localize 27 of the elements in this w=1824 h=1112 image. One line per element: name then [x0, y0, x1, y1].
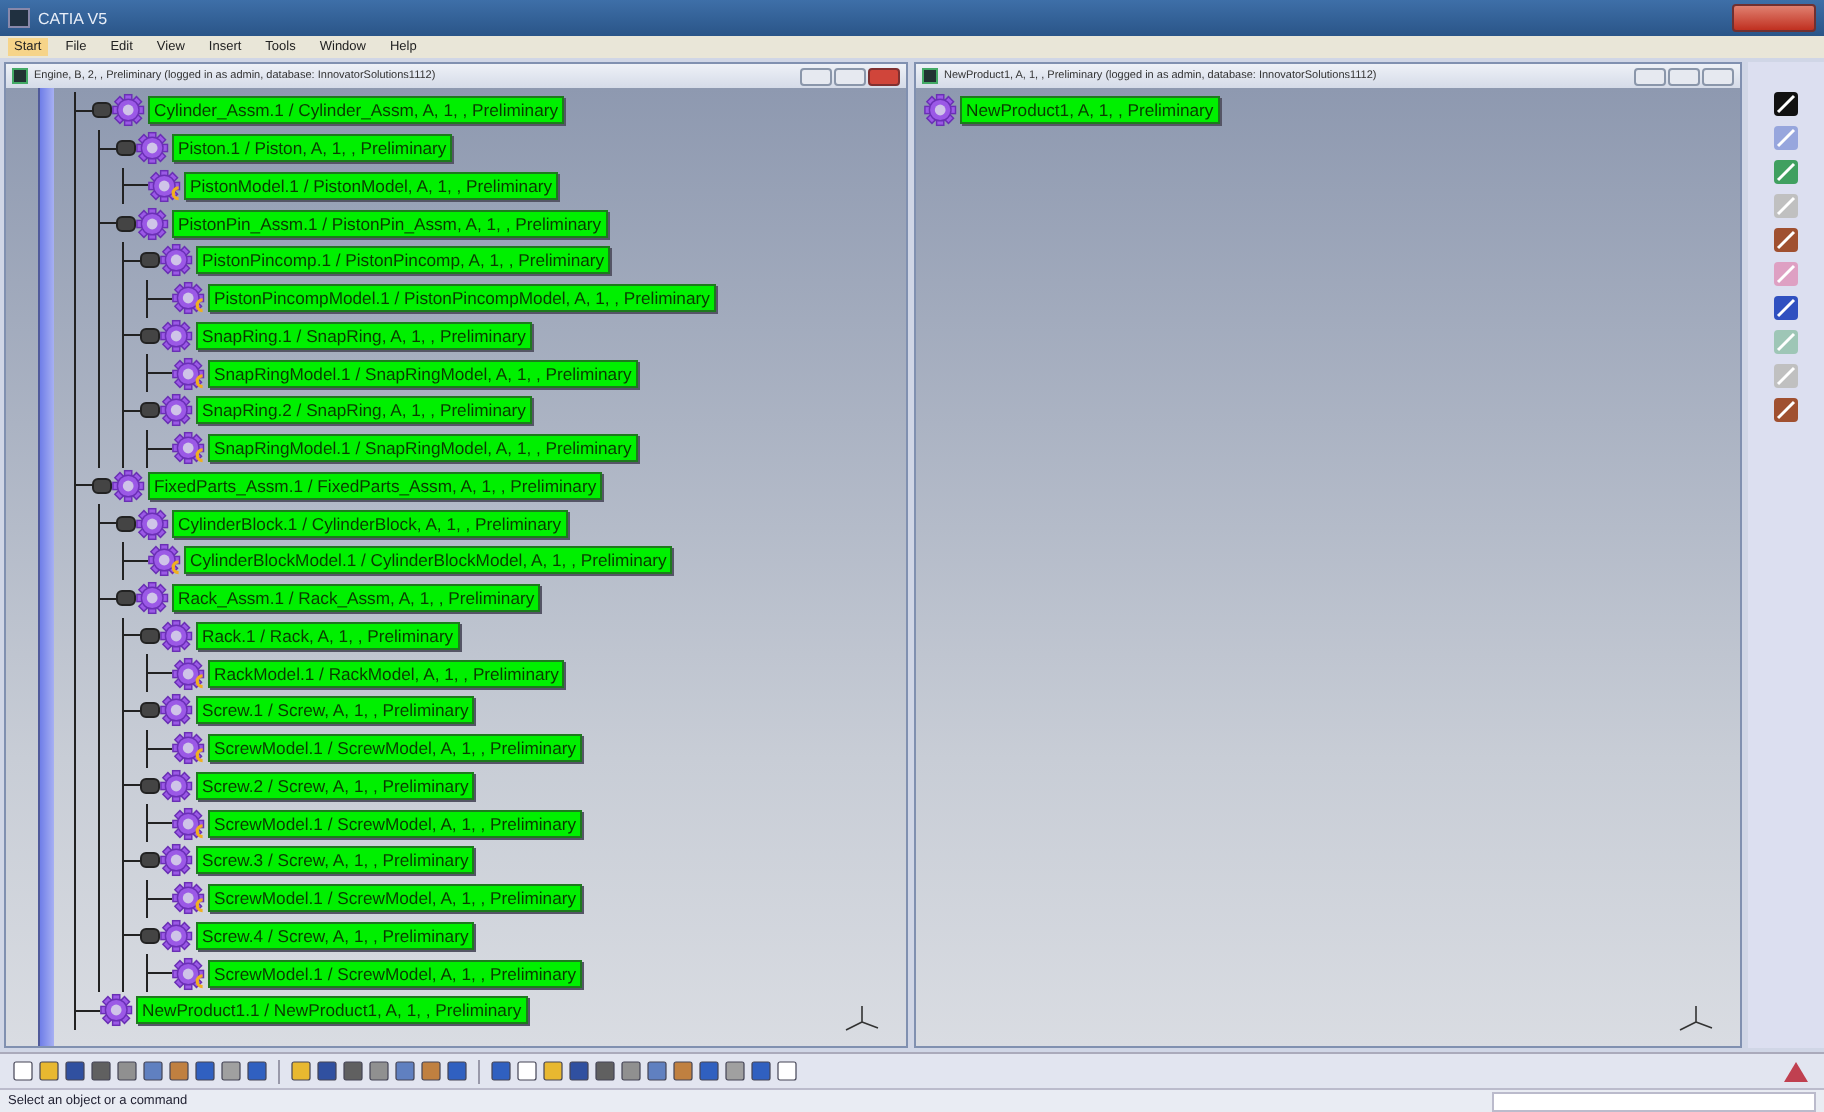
- tree-node-label[interactable]: RackModel.1 / RackModel, A, 1, , Preliminary: [208, 659, 565, 688]
- tree-node-label[interactable]: Piston.1 / Piston, A, 1, , Preliminary: [172, 134, 453, 163]
- tree-node-label[interactable]: CylinderBlockModel.1 / CylinderBlockModel, A, 1, , Preliminary: [184, 546, 673, 575]
- tree-node-label[interactable]: Screw.3 / Screw, A, 1, , Preliminary: [196, 846, 475, 875]
- app-title: CATIA V5: [38, 9, 108, 27]
- tree-node-label[interactable]: PistonPincomp.1 / PistonPincomp, A, 1, , Preliminary: [196, 246, 611, 275]
- tree-node-label[interactable]: PistonPin_Assm.1 / PistonPin_Assm, A, 1, , Preliminary: [172, 209, 608, 238]
- tree-node-label[interactable]: PistonPincompModel.1 / PistonPincompModel, A, 1, , Preliminary: [208, 284, 716, 313]
- tree-node-label[interactable]: SnapRingModel.1 / SnapRingModel, A, 1, , Preliminary: [208, 434, 638, 463]
- tree-node-label[interactable]: Screw.1 / Screw, A, 1, , Preliminary: [196, 696, 475, 725]
- tree-node-label[interactable]: FixedParts_Assm.1 / FixedParts_Assm, A, 1, , Preliminary: [148, 471, 603, 500]
- tree-node-label[interactable]: Screw.2 / Screw, A, 1, , Preliminary: [196, 771, 475, 800]
- tree-node-label[interactable]: ScrewModel.1 / ScrewModel, A, 1, , Preliminary: [208, 809, 583, 838]
- tree-node-label[interactable]: SnapRing.1 / SnapRing, A, 1, , Preliminary: [196, 321, 532, 350]
- tree-node-label[interactable]: PistonModel.1 / PistonModel, A, 1, , Preliminary: [184, 171, 559, 200]
- tree-node-label[interactable]: ScrewModel.1 / ScrewModel, A, 1, , Preliminary: [208, 959, 583, 988]
- tree-node-label[interactable]: Screw.4 / Screw, A, 1, , Preliminary: [196, 921, 475, 950]
- tree-node-label[interactable]: CylinderBlock.1 / CylinderBlock, A, 1, , Preliminary: [172, 509, 568, 538]
- tree-node-label[interactable]: Rack_Assm.1 / Rack_Assm, A, 1, , Preliminary: [172, 584, 541, 613]
- tree-node-label[interactable]: ScrewModel.1 / ScrewModel, A, 1, , Preliminary: [208, 734, 583, 763]
- tree-node-label[interactable]: ScrewModel.1 / ScrewModel, A, 1, , Preliminary: [208, 884, 583, 913]
- tree-node-label[interactable]: NewProduct1, A, 1, , Preliminary: [960, 96, 1220, 125]
- tree-node-label[interactable]: SnapRing.2 / SnapRing, A, 1, , Preliminary: [196, 396, 532, 425]
- tree-node-label[interactable]: Rack.1 / Rack, A, 1, , Preliminary: [196, 621, 460, 650]
- tree-node-label[interactable]: NewProduct1.1 / NewProduct1, A, 1, , Preliminary: [136, 996, 528, 1025]
- tree-node-label[interactable]: Cylinder_Assm.1 / Cylinder_Assm, A, 1, , Preliminary: [148, 96, 565, 125]
- tree-node-label[interactable]: SnapRingModel.1 / SnapRingModel, A, 1, , Preliminary: [208, 359, 638, 388]
